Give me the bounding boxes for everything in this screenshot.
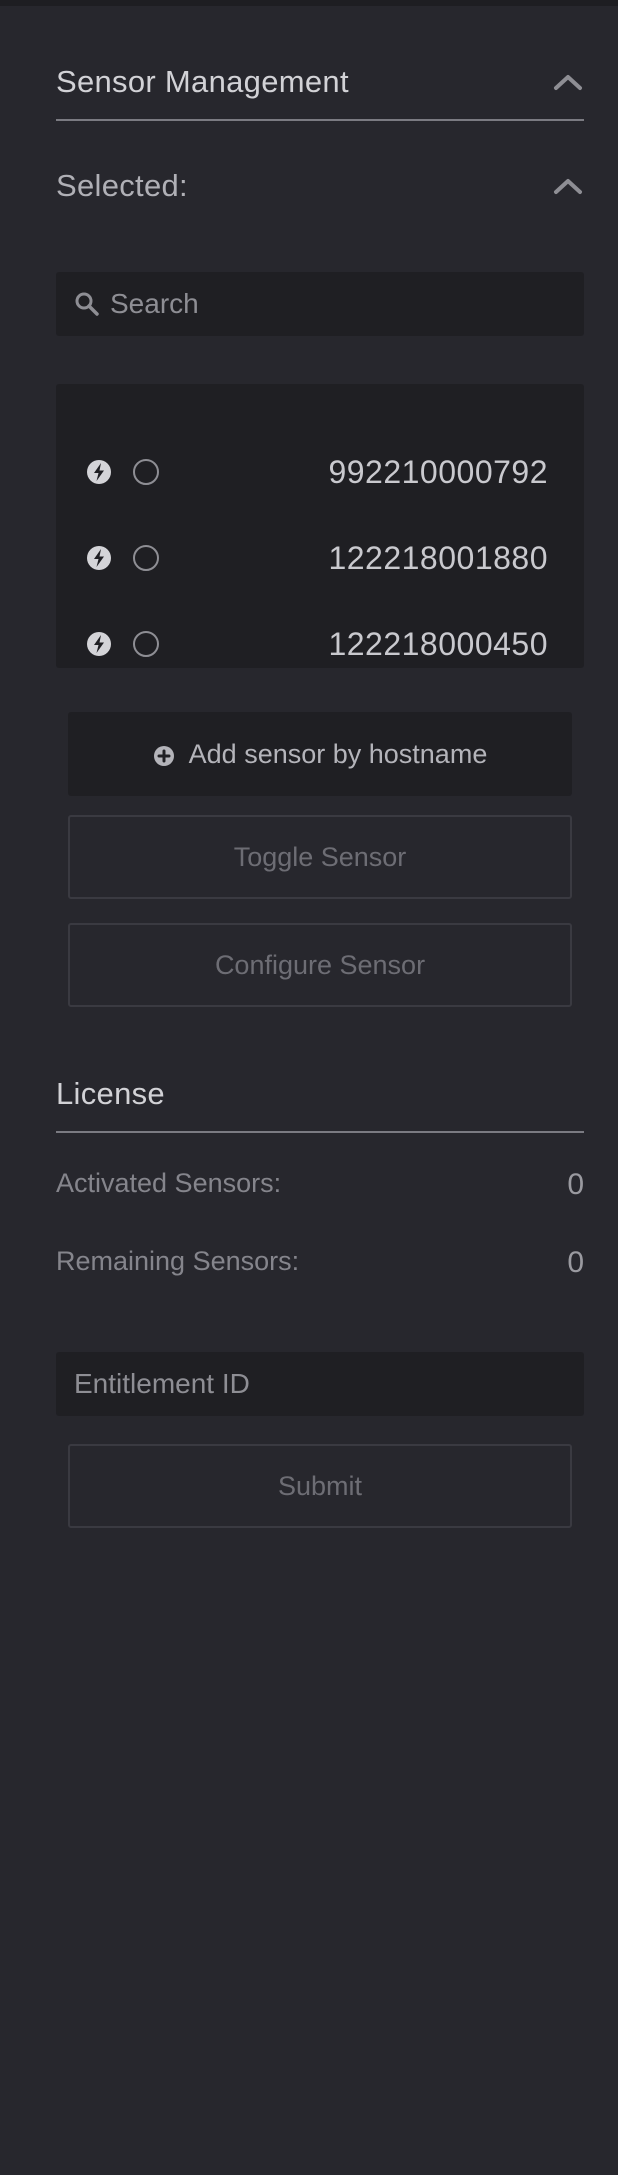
search-icon bbox=[74, 291, 100, 317]
toggle-sensor-label: Toggle Sensor bbox=[233, 841, 407, 872]
entitlement-input[interactable] bbox=[72, 1367, 566, 1401]
select-radio[interactable] bbox=[133, 459, 159, 485]
remaining-sensors-label: Remaining Sensors: bbox=[56, 1246, 300, 1276]
select-radio[interactable] bbox=[133, 545, 159, 571]
selected-header[interactable]: Selected: bbox=[56, 153, 584, 219]
sensor-list: 992210000792 122218001880 122218000450 bbox=[56, 384, 584, 668]
chevron-up-icon[interactable] bbox=[552, 170, 584, 202]
bolt-icon bbox=[86, 631, 112, 657]
sensor-row[interactable]: 122218001880 bbox=[56, 526, 584, 590]
selected-label: Selected: bbox=[56, 168, 188, 203]
license-title: License bbox=[56, 1076, 165, 1111]
bolt-icon bbox=[86, 459, 112, 485]
plus-circle-icon bbox=[153, 743, 175, 766]
submit-button[interactable]: Submit bbox=[68, 1444, 572, 1528]
top-edge bbox=[0, 0, 618, 6]
sensor-row[interactable]: 122218000450 bbox=[56, 612, 584, 676]
search-input[interactable] bbox=[108, 287, 552, 321]
sensor-id: 122218000450 bbox=[328, 625, 548, 662]
remaining-sensors-value: 0 bbox=[567, 1246, 584, 1279]
configure-sensor-label: Configure Sensor bbox=[214, 949, 426, 980]
submit-label: Submit bbox=[277, 1470, 363, 1501]
bolt-icon bbox=[86, 545, 112, 571]
sensor-management-title: Sensor Management bbox=[56, 64, 349, 99]
search-box[interactable] bbox=[56, 272, 584, 336]
activated-sensors-value: 0 bbox=[567, 1168, 584, 1201]
license-header: License bbox=[56, 1061, 584, 1127]
select-radio[interactable] bbox=[133, 631, 159, 657]
sensor-row[interactable]: 992210000792 bbox=[56, 440, 584, 504]
entitlement-field[interactable] bbox=[56, 1352, 584, 1416]
sensor-id: 122218001880 bbox=[328, 539, 548, 576]
remaining-sensors-row: Remaining Sensors: 0 bbox=[56, 1246, 584, 1280]
chevron-up-icon[interactable] bbox=[552, 66, 584, 98]
add-sensor-button[interactable]: Add sensor by hostname bbox=[68, 712, 572, 796]
activated-sensors-label: Activated Sensors: bbox=[56, 1168, 282, 1198]
section-divider bbox=[56, 119, 584, 121]
activated-sensors-row: Activated Sensors: 0 bbox=[56, 1168, 584, 1202]
sensor-id: 992210000792 bbox=[328, 453, 548, 490]
toggle-sensor-button[interactable]: Toggle Sensor bbox=[68, 815, 572, 899]
sensor-management-header[interactable]: Sensor Management bbox=[56, 49, 584, 115]
configure-sensor-button[interactable]: Configure Sensor bbox=[68, 923, 572, 1007]
section-divider bbox=[56, 1131, 584, 1133]
add-sensor-label: Add sensor by hostname bbox=[188, 738, 488, 769]
